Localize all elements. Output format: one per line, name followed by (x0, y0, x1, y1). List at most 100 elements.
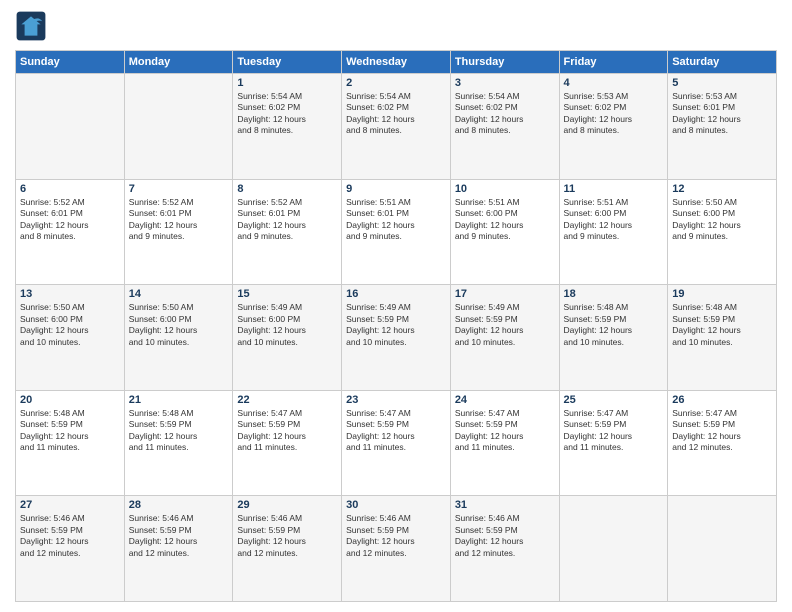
day-number: 12 (672, 183, 772, 195)
calendar-cell (559, 496, 668, 602)
logo-icon (15, 10, 47, 42)
calendar-cell: 25 Sunrise: 5:47 AM Sunset: 5:59 PM Dayli… (559, 390, 668, 496)
calendar-cell: 6 Sunrise: 5:52 AM Sunset: 6:01 PM Daylig… (16, 179, 125, 285)
calendar-week-4: 20 Sunrise: 5:48 AM Sunset: 5:59 PM Dayli… (16, 390, 777, 496)
day-info: Sunrise: 5:50 AM Sunset: 6:00 PM Dayligh… (672, 197, 772, 243)
day-info: Sunrise: 5:49 AM Sunset: 5:59 PM Dayligh… (346, 302, 446, 348)
calendar-cell: 24Sunrise: 5:47 AM Sunset: 5:59 PM Dayli… (450, 390, 559, 496)
calendar-cell: 28Sunrise: 5:46 AM Sunset: 5:59 PM Dayli… (124, 496, 233, 602)
calendar-cell: 29 Sunrise: 5:46 AM Sunset: 5:59 PM Dayli… (233, 496, 342, 602)
calendar-cell: 15 Sunrise: 5:49 AM Sunset: 6:00 PM Dayli… (233, 285, 342, 391)
calendar-cell (16, 74, 125, 180)
day-info: Sunrise: 5:48 AM Sunset: 5:59 PM Dayligh… (129, 408, 229, 454)
calendar-header-monday: Monday (124, 51, 233, 74)
day-info: Sunrise: 5:50 AM Sunset: 6:00 PM Dayligh… (20, 302, 120, 348)
calendar-header-saturday: Saturday (668, 51, 777, 74)
day-number: 2 (346, 77, 446, 89)
calendar-cell: 8Sunrise: 5:52 AM Sunset: 6:01 PM Daylig… (233, 179, 342, 285)
calendar-cell: 9 Sunrise: 5:51 AM Sunset: 6:01 PM Daylig… (342, 179, 451, 285)
day-info: Sunrise: 5:53 AM Sunset: 6:02 PM Dayligh… (564, 91, 664, 137)
day-number: 9 (346, 183, 446, 195)
day-info: Sunrise: 5:48 AM Sunset: 5:59 PM Dayligh… (20, 408, 120, 454)
day-number: 3 (455, 77, 555, 89)
day-number: 7 (129, 183, 229, 195)
calendar-header-sunday: Sunday (16, 51, 125, 74)
day-number: 31 (455, 499, 555, 511)
calendar-cell: 1Sunrise: 5:54 AM Sunset: 6:02 PM Daylig… (233, 74, 342, 180)
day-number: 23 (346, 394, 446, 406)
day-info: Sunrise: 5:54 AM Sunset: 6:02 PM Dayligh… (455, 91, 555, 137)
day-info: Sunrise: 5:52 AM Sunset: 6:01 PM Dayligh… (20, 197, 120, 243)
day-number: 16 (346, 288, 446, 300)
calendar-cell: 19Sunrise: 5:48 AM Sunset: 5:59 PM Dayli… (668, 285, 777, 391)
calendar-week-5: 27 Sunrise: 5:46 AM Sunset: 5:59 PM Dayli… (16, 496, 777, 602)
day-number: 20 (20, 394, 120, 406)
calendar-week-3: 13 Sunrise: 5:50 AM Sunset: 6:00 PM Dayli… (16, 285, 777, 391)
calendar-cell: 5 Sunrise: 5:53 AM Sunset: 6:01 PM Daylig… (668, 74, 777, 180)
day-number: 29 (237, 499, 337, 511)
page: SundayMondayTuesdayWednesdayThursdayFrid… (0, 0, 792, 612)
calendar-header-tuesday: Tuesday (233, 51, 342, 74)
calendar-cell: 17 Sunrise: 5:49 AM Sunset: 5:59 PM Dayli… (450, 285, 559, 391)
day-info: Sunrise: 5:51 AM Sunset: 6:00 PM Dayligh… (564, 197, 664, 243)
day-number: 18 (564, 288, 664, 300)
day-number: 15 (237, 288, 337, 300)
calendar-week-1: 1Sunrise: 5:54 AM Sunset: 6:02 PM Daylig… (16, 74, 777, 180)
day-info: Sunrise: 5:47 AM Sunset: 5:59 PM Dayligh… (346, 408, 446, 454)
calendar-cell: 16 Sunrise: 5:49 AM Sunset: 5:59 PM Dayli… (342, 285, 451, 391)
day-info: Sunrise: 5:47 AM Sunset: 5:59 PM Dayligh… (237, 408, 337, 454)
calendar-cell: 30Sunrise: 5:46 AM Sunset: 5:59 PM Dayli… (342, 496, 451, 602)
day-info: Sunrise: 5:51 AM Sunset: 6:01 PM Dayligh… (346, 197, 446, 243)
day-info: Sunrise: 5:46 AM Sunset: 5:59 PM Dayligh… (237, 513, 337, 559)
day-info: Sunrise: 5:48 AM Sunset: 5:59 PM Dayligh… (672, 302, 772, 348)
day-info: Sunrise: 5:51 AM Sunset: 6:00 PM Dayligh… (455, 197, 555, 243)
day-info: Sunrise: 5:54 AM Sunset: 6:02 PM Dayligh… (346, 91, 446, 137)
day-info: Sunrise: 5:54 AM Sunset: 6:02 PM Dayligh… (237, 91, 337, 137)
calendar-cell: 31 Sunrise: 5:46 AM Sunset: 5:59 PM Dayli… (450, 496, 559, 602)
day-info: Sunrise: 5:49 AM Sunset: 6:00 PM Dayligh… (237, 302, 337, 348)
day-info: Sunrise: 5:49 AM Sunset: 5:59 PM Dayligh… (455, 302, 555, 348)
calendar-header-thursday: Thursday (450, 51, 559, 74)
day-number: 11 (564, 183, 664, 195)
calendar-cell: 13 Sunrise: 5:50 AM Sunset: 6:00 PM Dayli… (16, 285, 125, 391)
header (15, 10, 777, 42)
day-number: 5 (672, 77, 772, 89)
calendar-cell: 10Sunrise: 5:51 AM Sunset: 6:00 PM Dayli… (450, 179, 559, 285)
calendar-cell (668, 496, 777, 602)
day-info: Sunrise: 5:47 AM Sunset: 5:59 PM Dayligh… (672, 408, 772, 454)
day-info: Sunrise: 5:46 AM Sunset: 5:59 PM Dayligh… (20, 513, 120, 559)
day-info: Sunrise: 5:47 AM Sunset: 5:59 PM Dayligh… (564, 408, 664, 454)
day-info: Sunrise: 5:53 AM Sunset: 6:01 PM Dayligh… (672, 91, 772, 137)
calendar-cell: 7 Sunrise: 5:52 AM Sunset: 6:01 PM Daylig… (124, 179, 233, 285)
calendar-week-2: 6 Sunrise: 5:52 AM Sunset: 6:01 PM Daylig… (16, 179, 777, 285)
calendar-cell: 14 Sunrise: 5:50 AM Sunset: 6:00 PM Dayli… (124, 285, 233, 391)
day-number: 4 (564, 77, 664, 89)
calendar-cell: 26 Sunrise: 5:47 AM Sunset: 5:59 PM Dayli… (668, 390, 777, 496)
day-number: 17 (455, 288, 555, 300)
day-number: 13 (20, 288, 120, 300)
day-info: Sunrise: 5:52 AM Sunset: 6:01 PM Dayligh… (129, 197, 229, 243)
day-number: 14 (129, 288, 229, 300)
day-number: 25 (564, 394, 664, 406)
day-info: Sunrise: 5:46 AM Sunset: 5:59 PM Dayligh… (129, 513, 229, 559)
day-number: 22 (237, 394, 337, 406)
day-info: Sunrise: 5:50 AM Sunset: 6:00 PM Dayligh… (129, 302, 229, 348)
calendar-cell: 27 Sunrise: 5:46 AM Sunset: 5:59 PM Dayli… (16, 496, 125, 602)
day-info: Sunrise: 5:46 AM Sunset: 5:59 PM Dayligh… (455, 513, 555, 559)
calendar-cell: 11 Sunrise: 5:51 AM Sunset: 6:00 PM Dayli… (559, 179, 668, 285)
calendar-cell: 18 Sunrise: 5:48 AM Sunset: 5:59 PM Dayli… (559, 285, 668, 391)
calendar-cell: 23 Sunrise: 5:47 AM Sunset: 5:59 PM Dayli… (342, 390, 451, 496)
day-number: 27 (20, 499, 120, 511)
calendar-cell: 3 Sunrise: 5:54 AM Sunset: 6:02 PM Daylig… (450, 74, 559, 180)
logo (15, 10, 51, 42)
day-number: 6 (20, 183, 120, 195)
day-number: 8 (237, 183, 337, 195)
day-number: 26 (672, 394, 772, 406)
calendar-cell: 21 Sunrise: 5:48 AM Sunset: 5:59 PM Dayli… (124, 390, 233, 496)
day-info: Sunrise: 5:48 AM Sunset: 5:59 PM Dayligh… (564, 302, 664, 348)
day-number: 21 (129, 394, 229, 406)
calendar: SundayMondayTuesdayWednesdayThursdayFrid… (15, 50, 777, 602)
calendar-cell: 20 Sunrise: 5:48 AM Sunset: 5:59 PM Dayli… (16, 390, 125, 496)
day-info: Sunrise: 5:47 AM Sunset: 5:59 PM Dayligh… (455, 408, 555, 454)
calendar-cell: 2 Sunrise: 5:54 AM Sunset: 6:02 PM Daylig… (342, 74, 451, 180)
